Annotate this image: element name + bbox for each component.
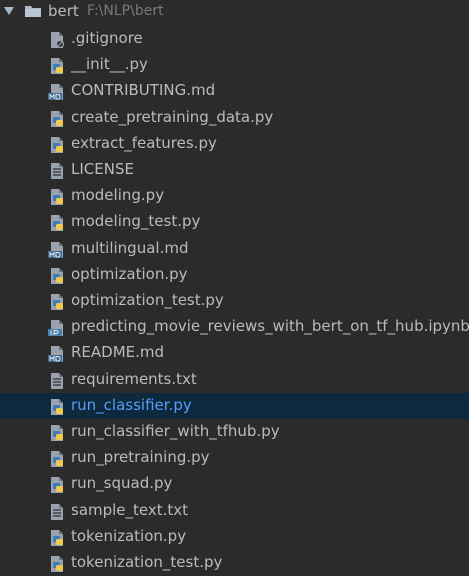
file-name: tokenization.py — [71, 526, 187, 545]
file-row[interactable]: run_classifier.py — [0, 392, 469, 419]
file-row[interactable]: CONTRIBUTING.md — [0, 78, 469, 104]
python-file-icon — [51, 58, 63, 75]
file-name: optimization.py — [71, 264, 188, 283]
folder-icon — [25, 6, 41, 17]
markdown-file-icon — [48, 346, 63, 363]
file-row[interactable]: optimization_test.py — [0, 288, 469, 314]
file-row[interactable]: predicting_movie_reviews_with_bert_on_tf… — [0, 314, 469, 340]
file-row[interactable]: create_pretraining_data.py — [0, 105, 469, 131]
file-row[interactable]: modeling_test.py — [0, 209, 469, 235]
expand-arrow-icon[interactable] — [4, 7, 14, 15]
file-row[interactable]: README.md — [0, 340, 469, 366]
file-name: run_classifier.py — [71, 395, 192, 414]
python-file-icon — [51, 189, 63, 206]
python-file-icon — [51, 294, 63, 310]
file-name: modeling_test.py — [71, 212, 201, 231]
python-file-icon — [51, 556, 63, 572]
file-name: optimization_test.py — [71, 291, 224, 309]
python-file-icon — [51, 136, 63, 153]
file-row[interactable]: __init__.py — [0, 52, 469, 78]
project-tree: bert F:\NLP\bert .gitignore __init__.py CO… — [0, 0, 469, 573]
file-name: run_pretraining.py — [71, 448, 210, 467]
file-row[interactable]: tokenization.py — [0, 524, 469, 550]
file-row[interactable]: extract_features.py — [0, 131, 469, 157]
markdown-file-icon — [48, 84, 63, 101]
python-file-icon — [51, 425, 63, 441]
python-file-icon — [51, 267, 63, 284]
text-file-icon — [51, 163, 63, 179]
file-row[interactable]: run_squad.py — [0, 471, 469, 497]
file-name: run_classifier_with_tfhub.py — [71, 422, 280, 440]
file-row[interactable]: run_classifier_with_tfhub.py — [0, 419, 469, 445]
python-file-icon — [51, 451, 63, 468]
notebook-file-icon — [48, 320, 63, 337]
text-file-icon — [51, 503, 63, 520]
file-name: create_pretraining_data.py — [71, 107, 274, 126]
file-name: CONTRIBUTING.md — [71, 81, 216, 100]
project-name: bert — [48, 2, 79, 20]
file-row[interactable]: LICENSE — [0, 157, 469, 183]
python-file-icon — [51, 477, 63, 494]
file-name: tokenization_test.py — [71, 553, 223, 571]
file-name: modeling.py — [71, 186, 165, 205]
gitignore-icon — [51, 32, 65, 49]
file-row[interactable]: .gitignore — [0, 26, 469, 52]
file-name: README.md — [71, 343, 165, 362]
file-name: LICENSE — [71, 160, 134, 178]
markdown-file-icon — [48, 241, 63, 258]
text-file-icon — [51, 372, 63, 389]
file-row[interactable]: run_pretraining.py — [0, 445, 469, 471]
file-name: extract_features.py — [71, 133, 217, 152]
python-file-icon — [51, 110, 63, 127]
file-name: predicting_movie_reviews_with_bert_on_tf… — [71, 317, 469, 336]
file-name: sample_text.txt — [71, 500, 189, 519]
python-file-icon — [51, 398, 63, 415]
file-name: run_squad.py — [71, 474, 173, 493]
file-name: requirements.txt — [71, 369, 197, 388]
file-row[interactable]: optimization.py — [0, 262, 469, 288]
file-row[interactable]: sample_text.txt — [0, 498, 469, 524]
python-file-icon — [51, 215, 63, 232]
file-row[interactable]: multilingual.md — [0, 236, 469, 262]
python-file-icon — [51, 529, 63, 546]
file-row[interactable]: modeling.py — [0, 183, 469, 209]
project-path: F:\NLP\bert — [87, 3, 164, 19]
file-row[interactable]: requirements.txt — [0, 367, 469, 393]
file-name: multilingual.md — [71, 238, 189, 257]
file-name: __init__.py — [71, 55, 148, 74]
file-name: .gitignore — [71, 29, 143, 47]
file-row[interactable]: tokenization_test.py — [0, 550, 469, 576]
project-root-row[interactable]: bert F:\NLP\bert — [0, 0, 469, 24]
